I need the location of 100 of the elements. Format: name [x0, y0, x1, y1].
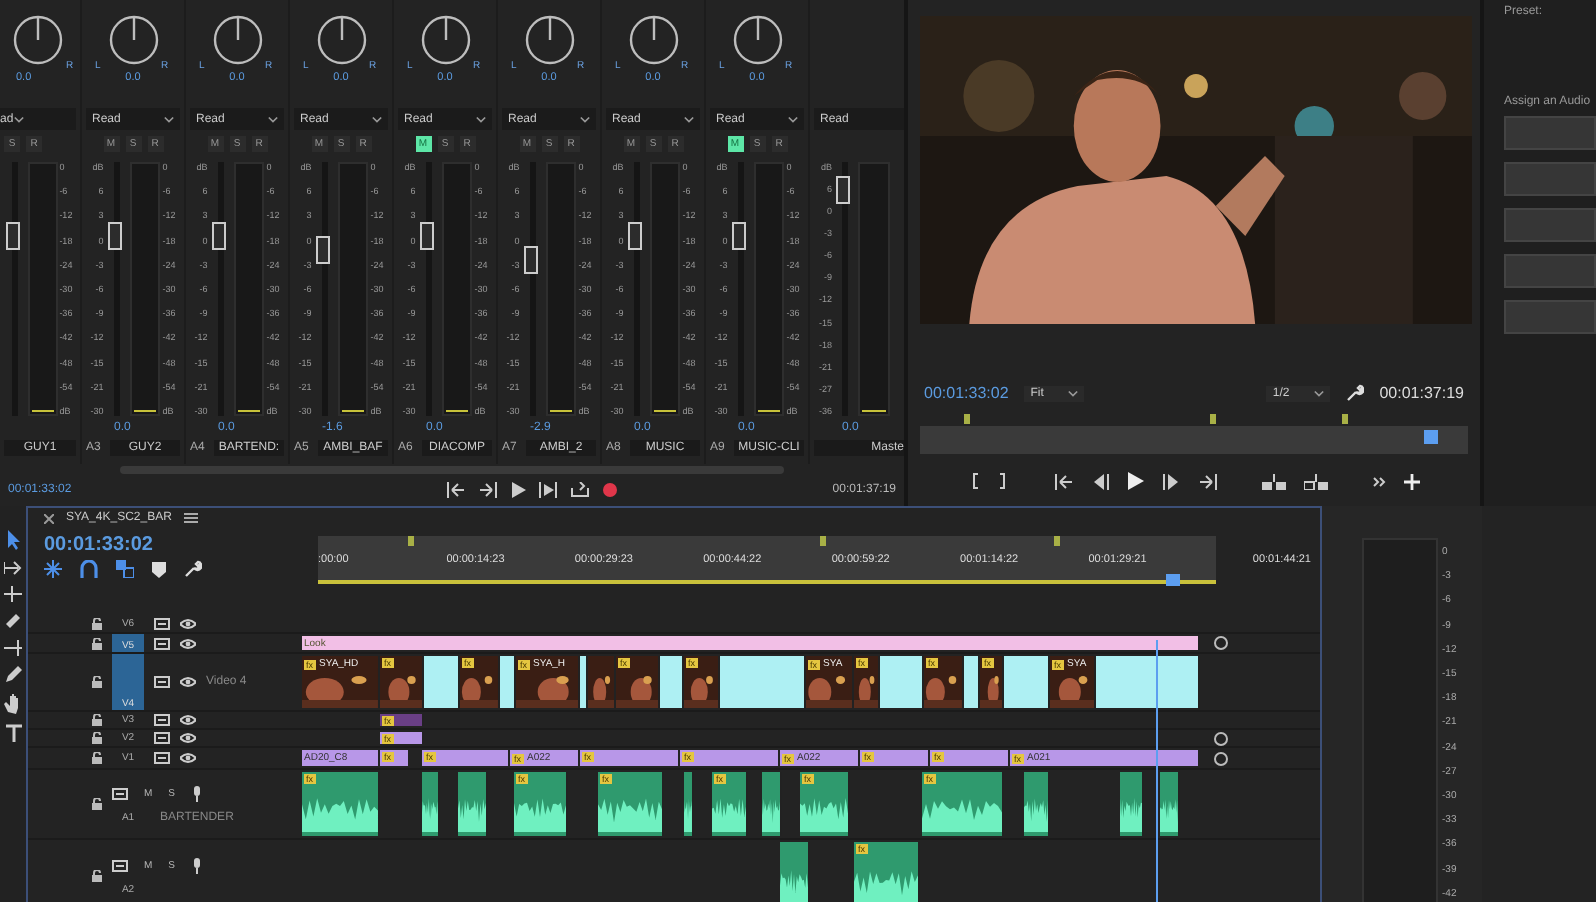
eye-icon[interactable]	[180, 714, 196, 726]
toggle-sync-icon[interactable]	[154, 732, 170, 744]
selection-tool-icon[interactable]	[5, 530, 21, 550]
marker-icon	[963, 414, 970, 424]
mark-in-icon[interactable]	[968, 472, 980, 490]
volume-fader-handle[interactable]	[315, 236, 330, 265]
video-clip[interactable]	[424, 656, 460, 708]
audio-clip[interactable]	[762, 772, 782, 836]
pan-knob[interactable]	[12, 14, 64, 66]
eye-icon[interactable]	[180, 732, 196, 744]
video-clip[interactable]	[1096, 656, 1200, 708]
razor-tool-icon[interactable]	[4, 612, 22, 630]
video-clip[interactable]	[1004, 656, 1050, 708]
type-tool-icon[interactable]	[5, 724, 21, 742]
audio-clip[interactable]	[457, 772, 488, 836]
volume-fader-handle[interactable]	[419, 221, 434, 250]
audio-clip[interactable]	[1160, 772, 1180, 836]
video-clip[interactable]	[660, 656, 684, 708]
scroll-handle-icon[interactable]	[1213, 636, 1227, 650]
volume-fader-handle[interactable]	[627, 221, 642, 250]
volume-fader-handle[interactable]	[523, 246, 538, 275]
audio-clip[interactable]	[1024, 772, 1050, 836]
marker-icon	[407, 536, 414, 546]
eye-icon[interactable]	[180, 618, 196, 630]
video-clip[interactable]	[880, 656, 924, 708]
snap-icon[interactable]	[80, 560, 98, 578]
pan-knob[interactable]	[315, 14, 367, 66]
playhead[interactable]	[1165, 574, 1180, 586]
video-clip[interactable]	[580, 656, 588, 708]
pan-knob[interactable]	[627, 14, 679, 66]
lift-icon[interactable]	[1262, 473, 1286, 489]
pan-knob[interactable]	[107, 14, 159, 66]
pan-knob[interactable]	[419, 14, 471, 66]
go-to-out-icon[interactable]	[1198, 473, 1218, 489]
toggle-sync-icon[interactable]	[154, 676, 170, 688]
video-clip[interactable]	[964, 656, 980, 708]
volume-fader-handle[interactable]	[836, 175, 850, 204]
mark-out-icon[interactable]	[998, 472, 1010, 490]
volume-fader-handle[interactable]	[6, 221, 20, 250]
play-icon[interactable]	[1128, 472, 1144, 490]
track-select-tool-icon[interactable]	[4, 560, 22, 576]
lock-icon[interactable]	[92, 870, 102, 882]
volume-fader-handle[interactable]	[107, 221, 122, 250]
step-back-icon[interactable]	[1092, 473, 1110, 489]
volume-fader-handle[interactable]	[731, 221, 746, 250]
lock-icon[interactable]	[92, 798, 102, 810]
lock-icon[interactable]	[92, 752, 102, 764]
go-to-out-icon[interactable]	[478, 482, 498, 498]
current-timecode: 00:01:33:02	[924, 384, 1009, 402]
lock-icon[interactable]	[92, 676, 102, 688]
eye-icon[interactable]	[180, 752, 196, 764]
wrench-icon[interactable]	[1345, 384, 1364, 402]
record-icon[interactable]	[602, 482, 618, 498]
volume-fader-handle[interactable]	[211, 221, 226, 250]
pan-knob[interactable]	[731, 14, 783, 66]
loop-icon[interactable]	[570, 482, 590, 498]
menu-icon[interactable]	[183, 512, 198, 524]
marker-icon[interactable]	[152, 561, 166, 577]
nest-icon[interactable]	[44, 560, 62, 578]
video-clip[interactable]	[720, 656, 806, 708]
pan-knob[interactable]	[523, 14, 575, 66]
marker-icon	[820, 536, 827, 546]
wrench-icon[interactable]	[184, 560, 202, 578]
go-to-in-icon[interactable]	[1054, 473, 1074, 489]
audio-clip[interactable]	[780, 842, 810, 902]
pen-tool-icon[interactable]	[4, 666, 22, 684]
lock-icon[interactable]	[92, 618, 102, 630]
eye-icon[interactable]	[180, 676, 196, 688]
audio-clip[interactable]	[684, 772, 694, 836]
linked-selection-icon[interactable]	[116, 560, 134, 578]
close-icon[interactable]	[44, 513, 54, 523]
toggle-sync-icon[interactable]	[154, 637, 170, 649]
step-forward-icon[interactable]	[1162, 473, 1180, 489]
pan-knob[interactable]	[211, 14, 263, 66]
audio-clip[interactable]	[422, 772, 440, 836]
ripple-tool-icon[interactable]	[4, 586, 22, 602]
extract-icon[interactable]	[1304, 473, 1328, 489]
hand-tool-icon[interactable]	[4, 694, 22, 714]
chevron-icon	[372, 115, 382, 123]
lock-icon[interactable]	[92, 732, 102, 744]
toggle-sync-icon[interactable]	[112, 859, 128, 871]
toggle-sync-icon[interactable]	[154, 618, 170, 630]
eye-icon[interactable]	[180, 637, 196, 649]
microphone-icon[interactable]	[191, 857, 202, 873]
lock-icon[interactable]	[92, 637, 102, 649]
go-to-in-icon[interactable]	[446, 482, 466, 498]
lock-icon[interactable]	[92, 714, 102, 726]
video-clip[interactable]	[500, 656, 516, 708]
playhead[interactable]	[1423, 430, 1438, 444]
play-icon[interactable]	[510, 482, 526, 498]
toggle-sync-icon[interactable]	[154, 752, 170, 764]
play-in-to-out-icon[interactable]	[538, 482, 558, 498]
toggle-sync-icon[interactable]	[112, 787, 128, 799]
add-icon[interactable]	[1404, 473, 1420, 489]
audio-waveform	[514, 793, 566, 832]
toggle-sync-icon[interactable]	[154, 714, 170, 726]
audio-clip[interactable]	[1120, 772, 1144, 836]
slip-tool-icon[interactable]	[4, 640, 22, 656]
chevrons-icon[interactable]	[1372, 475, 1386, 487]
microphone-icon[interactable]	[191, 785, 202, 801]
